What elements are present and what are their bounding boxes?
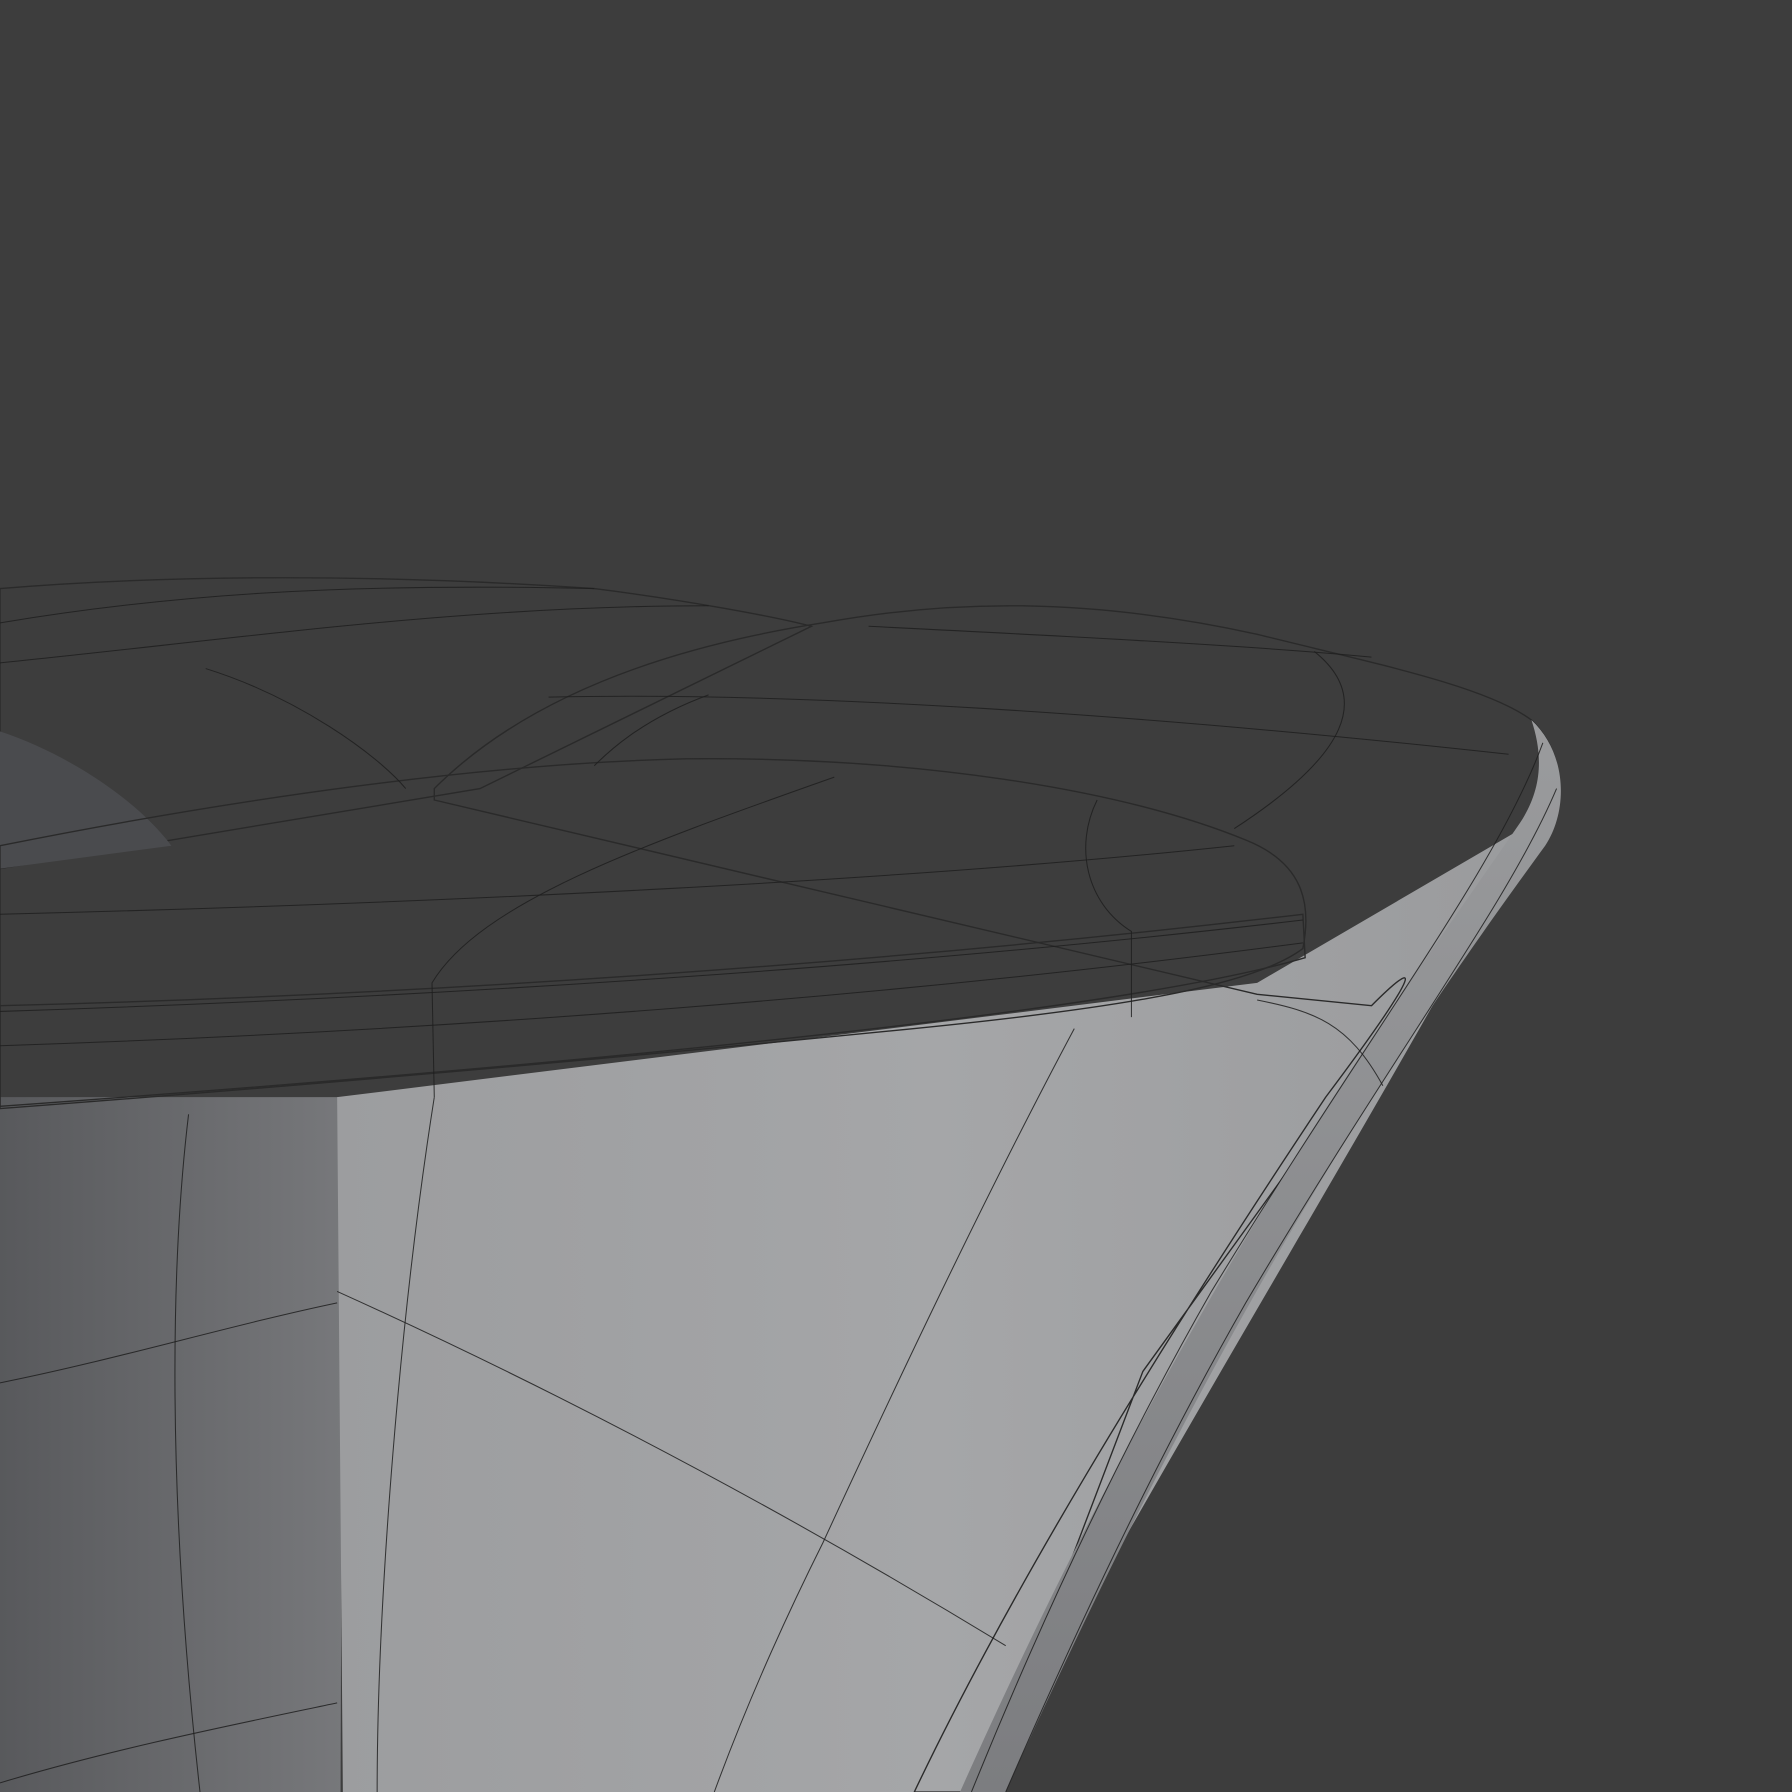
left-leg <box>0 1097 343 1792</box>
mesh-render <box>0 577 1561 1792</box>
ring-hole <box>0 731 172 869</box>
3d-viewport[interactable] <box>0 0 1792 1792</box>
